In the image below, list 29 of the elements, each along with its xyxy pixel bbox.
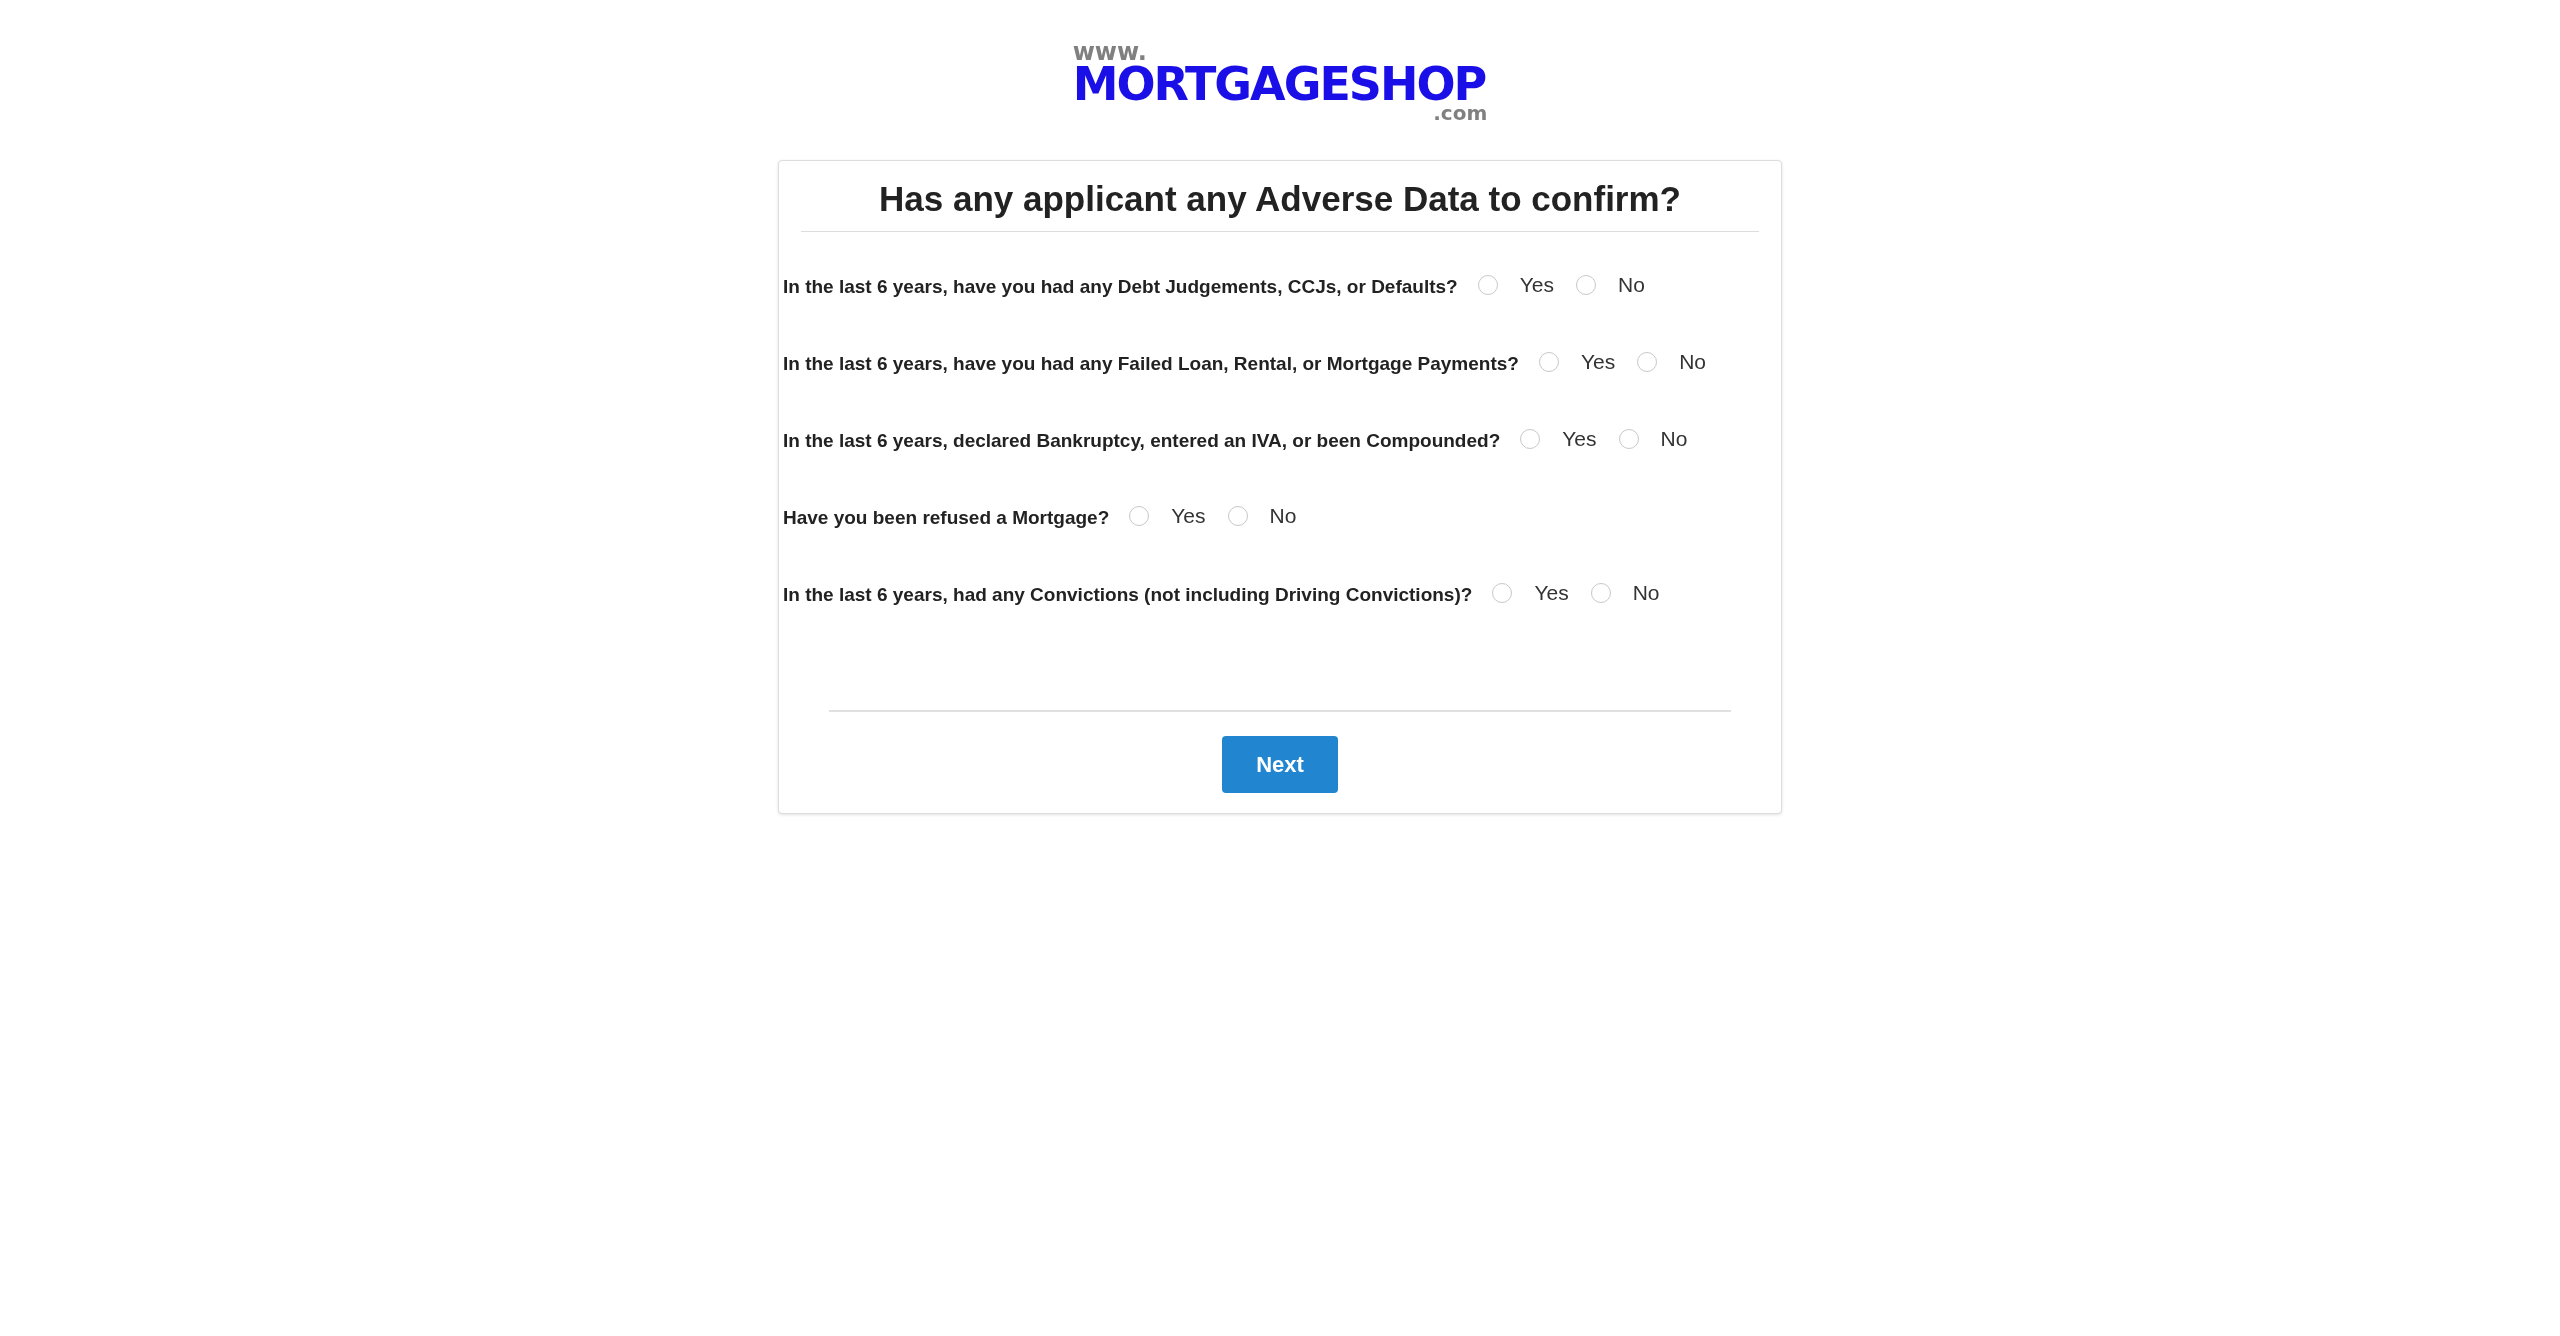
- radio-button[interactable]: [1492, 582, 1513, 603]
- radio-button[interactable]: [1575, 274, 1596, 295]
- radio-button[interactable]: [1637, 351, 1658, 372]
- radio-button[interactable]: [1590, 582, 1611, 603]
- question-text: In the last 6 years, have you had any Debt Judgements, CCJs, or Defaults?: [783, 274, 1458, 298]
- logo-suffix: .com: [1433, 104, 1488, 121]
- logo-prefix: www.: [1072, 42, 1147, 62]
- radio-button[interactable]: [1129, 505, 1150, 526]
- option-label[interactable]: No: [1269, 503, 1297, 528]
- radio-button[interactable]: [1227, 505, 1248, 526]
- radio-button[interactable]: [1477, 274, 1498, 295]
- option-label[interactable]: No: [1617, 272, 1645, 297]
- question-text: In the last 6 years, had any Convictions (not including Driving Convictions)?: [783, 582, 1473, 606]
- radio-button[interactable]: [1538, 351, 1559, 372]
- next-button[interactable]: Next: [1222, 736, 1338, 793]
- option-label[interactable]: No: [1679, 349, 1707, 374]
- radio-button[interactable]: [1520, 428, 1541, 449]
- option-label[interactable]: Yes: [1580, 349, 1616, 374]
- option-label[interactable]: Yes: [1519, 272, 1554, 297]
- option-label[interactable]: Yes: [1534, 580, 1569, 605]
- card-title: Has any applicant any Adverse Data to confirm?: [801, 161, 1759, 232]
- question-text: Have you been refused a Mortgage?: [783, 505, 1110, 529]
- radio-button[interactable]: [1618, 428, 1639, 449]
- option-label[interactable]: Yes: [1171, 503, 1206, 528]
- option-label[interactable]: Yes: [1562, 426, 1597, 451]
- option-label[interactable]: No: [1660, 426, 1688, 451]
- option-label[interactable]: No: [1632, 580, 1660, 605]
- question-text: In the last 6 years, declared Bankruptcy, entered an IVA, or been Compounded?: [783, 428, 1501, 452]
- question-text: In the last 6 years, have you had any Failed Loan, Rental, or Mortgage Payments?: [783, 351, 1519, 375]
